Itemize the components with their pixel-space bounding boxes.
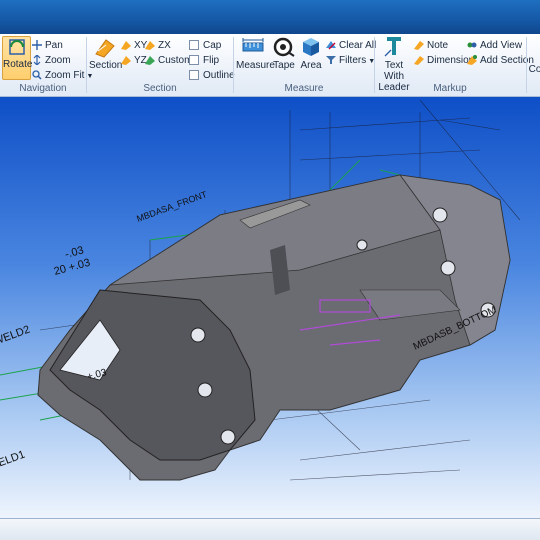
- zoom-fit-button[interactable]: Zoom Fit ▼: [32, 69, 93, 82]
- navigation-group: Rotate Pan Zoom Zoom Fit ▼ Navigation: [0, 34, 93, 96]
- xy-plane-button[interactable]: XY: [121, 39, 147, 52]
- pan-label: Pan: [45, 40, 63, 51]
- markup-group-label: Markup: [433, 83, 467, 94]
- add-view-button[interactable]: Add View: [467, 39, 522, 52]
- rotate-label: Rotate: [3, 59, 33, 70]
- add-section-icon: [467, 55, 477, 66]
- filters-label: Filters: [339, 55, 367, 66]
- zx-plane-icon: [145, 41, 155, 51]
- rotate-button[interactable]: Rotate: [2, 36, 33, 80]
- ruler-icon: [242, 38, 264, 52]
- dimension-button[interactable]: Dimension: [414, 54, 474, 67]
- mounting-hole: [356, 239, 368, 251]
- navigation-group-label: Navigation: [19, 83, 67, 94]
- rotate-icon: [8, 39, 25, 55]
- zoom-label: Zoom: [45, 55, 71, 66]
- section-group: Section XY YZ ZX Custom Cap Flip Outline…: [87, 34, 235, 96]
- add-view-icon: [467, 42, 477, 48]
- mounting-hole: [220, 429, 236, 445]
- section-group-label: Section: [143, 83, 177, 94]
- clear-all-icon: [326, 41, 336, 50]
- cut-off-label: Co: [528, 64, 540, 75]
- flip-checkbox[interactable]: Flip: [189, 54, 219, 67]
- area-button[interactable]: Area: [299, 36, 323, 78]
- cap-checkbox[interactable]: Cap: [189, 39, 221, 52]
- filter-funnel-icon: [326, 56, 336, 65]
- section-button[interactable]: Section: [89, 36, 123, 78]
- custom-plane-icon: [145, 56, 155, 66]
- clear-all-label: Clear All: [339, 40, 377, 51]
- note-button[interactable]: Note: [414, 39, 448, 52]
- cap-check-box[interactable]: [189, 40, 199, 51]
- text-with-leader-label-1: Text With: [384, 60, 404, 82]
- zoom-icon: [33, 55, 41, 66]
- outline-label: Outline: [203, 70, 235, 81]
- custom-label: Custom: [158, 55, 193, 66]
- magnifier-icon: [32, 70, 42, 80]
- dimension-icon: [414, 56, 424, 66]
- weld2-label: WELD2: [0, 324, 32, 348]
- cad-part-body[interactable]: [37, 174, 511, 481]
- note-label: Note: [427, 40, 449, 51]
- flip-check-box[interactable]: [189, 55, 199, 66]
- yz-plane-button[interactable]: YZ: [121, 54, 147, 67]
- section-plane-icon: [95, 39, 115, 58]
- outline-check-box[interactable]: [189, 70, 199, 81]
- ribbon-toolbar: Rotate Pan Zoom Zoom Fit ▼ Navigation Sec…: [0, 34, 540, 97]
- tape-measure-icon: [273, 37, 295, 57]
- area-cube-icon: [303, 38, 319, 56]
- measure-label: Measure: [236, 60, 275, 71]
- status-bar: [0, 518, 540, 540]
- measure-group: Measure Tape Area Clear All Filters ▼ Mea…: [234, 34, 376, 96]
- weld1-label: WELD1: [0, 449, 27, 473]
- cut-off-ribbon-button[interactable]: Co: [528, 64, 540, 75]
- mounting-hole: [432, 207, 448, 223]
- front-view-label: MBDASA_FRONT: [135, 189, 208, 224]
- text-leader-icon: [384, 37, 401, 57]
- tape-button[interactable]: Tape: [272, 36, 296, 78]
- yz-plane-icon: [121, 56, 131, 66]
- mounting-hole: [440, 260, 456, 276]
- zoom-button[interactable]: Zoom: [32, 54, 71, 67]
- pan-button[interactable]: Pan: [32, 39, 63, 52]
- flip-label: Flip: [203, 55, 220, 66]
- section-label: Section: [89, 60, 123, 71]
- measure-button[interactable]: Measure: [236, 36, 275, 78]
- area-label: Area: [300, 60, 322, 71]
- tolerance-bottom-label: 20 +.03: [53, 257, 92, 278]
- text-with-leader-button[interactable]: Text With Leader: [375, 36, 413, 93]
- add-view-label: Add View: [480, 40, 523, 51]
- cad-model-canvas[interactable]: MBDASA_FRONT MBDASB_BOTTOM WELD2 WELD1 -…: [0, 97, 540, 518]
- note-icon: [414, 41, 424, 51]
- cap-label: Cap: [203, 40, 222, 51]
- outline-checkbox[interactable]: Outline: [189, 69, 235, 82]
- window-title-bar: [0, 0, 540, 34]
- group-divider: [526, 37, 527, 93]
- 3d-viewport[interactable]: MBDASA_FRONT MBDASB_BOTTOM WELD2 WELD1 -…: [0, 97, 540, 518]
- custom-plane-button[interactable]: Custom: [145, 54, 192, 67]
- mounting-hole: [190, 327, 206, 343]
- add-section-button[interactable]: Add Section: [467, 54, 534, 67]
- markup-group: Text With Leader Note Dimension Add View…: [375, 34, 534, 96]
- mounting-hole: [197, 382, 213, 398]
- zoom-fit-label: Zoom Fit: [45, 70, 85, 81]
- zx-label: ZX: [158, 40, 171, 51]
- filters-button[interactable]: Filters ▼: [326, 54, 375, 67]
- xy-plane-icon: [121, 41, 131, 51]
- zx-plane-button[interactable]: ZX: [145, 39, 171, 52]
- tape-label: Tape: [273, 60, 295, 71]
- measure-group-label: Measure: [284, 83, 324, 94]
- pan-icon: [32, 40, 42, 51]
- clear-all-button[interactable]: Clear All: [326, 39, 376, 52]
